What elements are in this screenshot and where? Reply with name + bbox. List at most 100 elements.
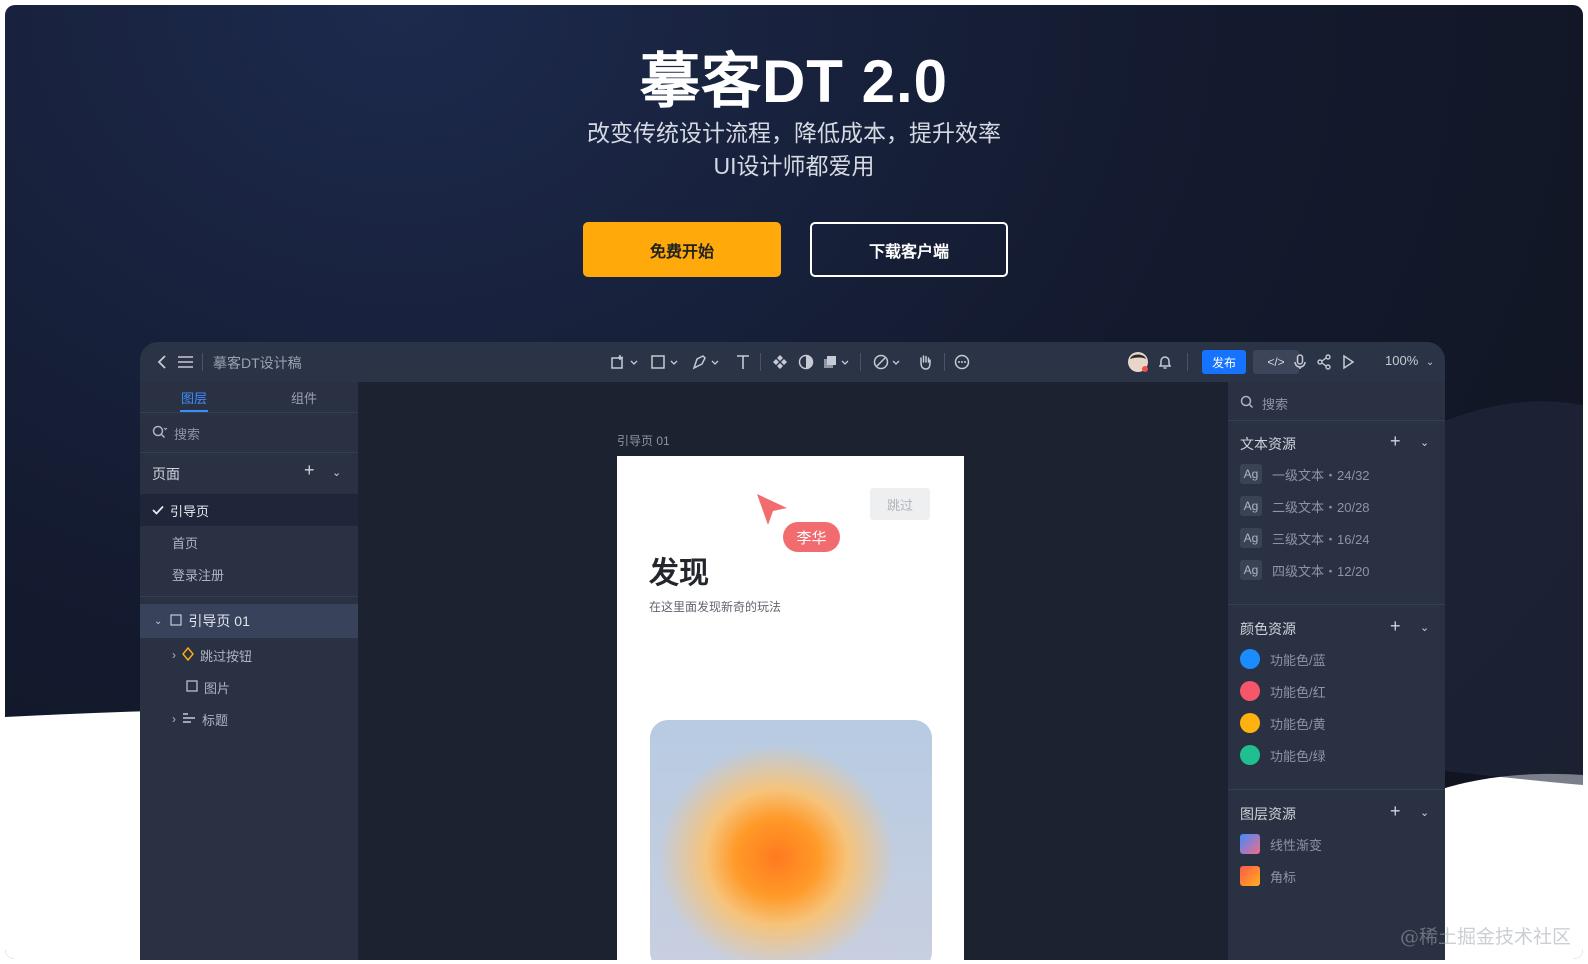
- color-style-item[interactable]: 功能色/蓝: [1240, 648, 1326, 670]
- component-icon[interactable]: [770, 352, 790, 372]
- divider: [1228, 420, 1445, 421]
- text-tool-icon[interactable]: [733, 352, 753, 372]
- add-layer-style-icon[interactable]: +: [1390, 801, 1401, 822]
- layers-panel: 图层 组件 搜索 页面 + ⌄ 引导页 首页 登录注册 ⌄ 引导页 01 › 跳…: [140, 382, 358, 960]
- text-style-item[interactable]: Ag 二级文本・20/28: [1240, 495, 1370, 517]
- layer-style-label: 线性渐变: [1270, 837, 1323, 853]
- frame-icon: [170, 613, 182, 629]
- chevron-down-icon[interactable]: ⌄: [1420, 436, 1429, 449]
- layer-style-item[interactable]: 线性渐变: [1240, 833, 1322, 855]
- rectangle-tool-icon[interactable]: [650, 352, 680, 372]
- gradient-image[interactable]: [650, 720, 932, 960]
- discover-subtitle[interactable]: 在这里面发现新奇的玩法: [649, 598, 781, 615]
- rectangle-icon: [186, 679, 198, 695]
- chevron-down-icon[interactable]: ⌄: [332, 466, 341, 479]
- divider: [944, 353, 945, 371]
- artboard-guide-page[interactable]: 跳过 发现 在这里面发现新奇的玩法 李华: [617, 456, 964, 960]
- chevron-right-icon[interactable]: ›: [172, 712, 176, 726]
- text-style-badge: Ag: [1240, 528, 1262, 548]
- skip-button[interactable]: 跳过: [870, 488, 930, 520]
- page-label: 登录注册: [172, 567, 225, 583]
- back-icon[interactable]: [154, 352, 170, 372]
- chevron-down-icon[interactable]: ⌄: [1420, 806, 1429, 819]
- chevron-down-icon: ⌄: [1425, 357, 1435, 368]
- divider: [760, 353, 761, 371]
- chevron-down-icon[interactable]: ⌄: [154, 616, 162, 627]
- comment-icon[interactable]: [952, 352, 972, 372]
- text-group-icon: [182, 712, 196, 727]
- discover-title[interactable]: 发现: [649, 548, 709, 592]
- search-icon: [1240, 395, 1254, 412]
- layer-label: 标题: [202, 712, 229, 728]
- search-placeholder: 搜索: [1262, 397, 1289, 412]
- color-style-label: 功能色/红: [1270, 684, 1326, 700]
- bell-icon[interactable]: [1155, 352, 1175, 372]
- text-style-label: 四级文本・12/20: [1272, 563, 1370, 579]
- layer-item-title[interactable]: › 标题: [140, 703, 358, 735]
- text-style-badge: Ag: [1240, 560, 1262, 580]
- layer-item-image[interactable]: 图片: [140, 671, 358, 703]
- color-style-label: 功能色/绿: [1270, 748, 1326, 764]
- landing-page: 摹客DT 2.0 改变传统设计流程，降低成本，提升效率 UI设计师都爱用 免费开…: [0, 0, 1588, 964]
- layer-search-input[interactable]: 搜索: [152, 424, 200, 443]
- pages-header: 页面: [152, 466, 180, 482]
- color-style-item[interactable]: 功能色/黄: [1240, 712, 1326, 734]
- text-style-item[interactable]: Ag 三级文本・16/24: [1240, 527, 1370, 549]
- add-color-style-icon[interactable]: +: [1390, 616, 1401, 637]
- editor-toolbar: 摹客DT设计稿 发布 </> 100% ⌄: [140, 342, 1445, 382]
- chevron-down-icon[interactable]: ⌄: [1420, 621, 1429, 634]
- text-style-label: 一级文本・24/32: [1272, 467, 1370, 483]
- layer-frame-item[interactable]: ⌄ 引导页 01: [140, 604, 358, 638]
- collaborator-name-tag: 李华: [783, 522, 840, 552]
- layer-item-skip-button[interactable]: › 跳过按钮: [140, 639, 358, 671]
- zoom-level[interactable]: 100% ⌄: [1385, 353, 1434, 368]
- chevron-right-icon[interactable]: ›: [172, 648, 176, 662]
- layer-label: 引导页 01: [188, 613, 250, 629]
- mic-icon[interactable]: [1290, 352, 1310, 372]
- frame-tool-icon[interactable]: [610, 352, 640, 372]
- download-client-button[interactable]: 下载客户端: [810, 222, 1008, 277]
- hero-title: 摹客DT 2.0: [639, 48, 949, 115]
- color-swatch: [1240, 745, 1260, 765]
- collaborator-cursor-icon: [757, 494, 787, 525]
- play-icon[interactable]: [1338, 352, 1358, 372]
- search-placeholder: 搜索: [174, 427, 201, 442]
- layer-style-item[interactable]: 角标: [1240, 865, 1296, 887]
- add-page-icon[interactable]: +: [304, 460, 315, 481]
- avatar[interactable]: [1126, 352, 1150, 372]
- component-instance-icon: [182, 646, 194, 664]
- color-swatch: [1240, 713, 1260, 733]
- tab-layers[interactable]: 图层: [181, 388, 207, 407]
- zoom-value: 100%: [1385, 353, 1419, 368]
- color-style-item[interactable]: 功能色/红: [1240, 680, 1326, 702]
- page-label: 引导页: [170, 503, 210, 519]
- assets-search-input[interactable]: 搜索: [1240, 394, 1288, 413]
- check-icon: [152, 503, 164, 518]
- share-icon[interactable]: [1314, 352, 1334, 372]
- add-text-style-icon[interactable]: +: [1390, 431, 1401, 452]
- publish-button[interactable]: 发布: [1202, 350, 1246, 374]
- mask-icon[interactable]: [796, 352, 816, 372]
- page-item-home[interactable]: 首页: [140, 526, 358, 558]
- hero-subtitle: 改变传统设计流程，降低成本，提升效率: [587, 120, 1001, 146]
- hand-tool-icon[interactable]: [915, 352, 935, 372]
- free-start-button[interactable]: 免费开始: [583, 222, 781, 277]
- divider: [860, 353, 861, 371]
- divider: [1187, 353, 1188, 371]
- menu-icon[interactable]: [177, 352, 193, 372]
- prototype-icon[interactable]: [873, 352, 903, 372]
- design-canvas[interactable]: 引导页 01 跳过 发现 在这里面发现新奇的玩法 李华: [358, 382, 1228, 960]
- page-item-login[interactable]: 登录注册: [140, 558, 358, 590]
- divider: [140, 452, 358, 453]
- tab-components[interactable]: 组件: [291, 388, 317, 407]
- text-style-item[interactable]: Ag 四级文本・12/20: [1240, 559, 1370, 581]
- pen-tool-icon[interactable]: [691, 352, 721, 372]
- layer-assets-header: 图层资源: [1240, 806, 1296, 822]
- color-style-item[interactable]: 功能色/绿: [1240, 744, 1326, 766]
- text-style-item[interactable]: Ag 一级文本・24/32: [1240, 463, 1370, 485]
- color-style-label: 功能色/蓝: [1270, 652, 1326, 668]
- file-title[interactable]: 摹客DT设计稿: [213, 353, 302, 373]
- page-item-guide[interactable]: 引导页: [140, 494, 358, 526]
- frame-label[interactable]: 引导页 01: [617, 432, 670, 449]
- boolean-icon[interactable]: [822, 352, 852, 372]
